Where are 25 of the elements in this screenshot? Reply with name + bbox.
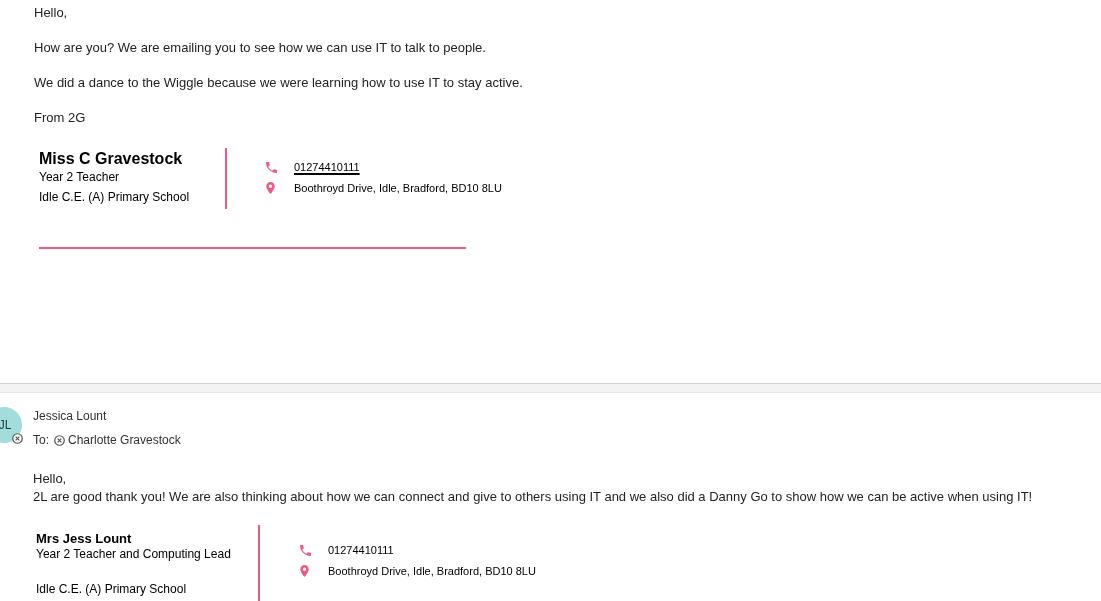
message-text: From 2G (34, 109, 86, 126)
signature-name: Mrs Jess Lount (36, 531, 132, 547)
signature-school: Idle C.E. (A) Primary School (39, 189, 190, 206)
phone-icon (266, 161, 277, 173)
location-pin-icon (266, 182, 275, 194)
phone-icon (300, 544, 311, 556)
remove-icon[interactable] (54, 434, 65, 446)
signature-name: Miss C Gravestock (39, 149, 183, 168)
to-label: To: (33, 432, 49, 448)
address-text: Boothroyd Drive, Idle, Bradford, BD10 8LU (294, 181, 502, 196)
message-text: Hello, (34, 4, 68, 21)
signature-role: Year 2 Teacher (39, 169, 120, 186)
phone-link[interactable]: 01274410111 (294, 158, 360, 176)
message-text: Hello, (33, 470, 67, 488)
message-text: 2L are good thank you! We are also thinking about how we can connect and give to others using IT and we also did a Danny Go to show how we can be active when using IT! (33, 488, 1033, 506)
signature-school: Idle C.E. (A) Primary School (36, 581, 187, 597)
recipient-chip[interactable]: Charlotte Gravestock (54, 432, 181, 448)
message-text: How are you? We are emailing you to see how we can use IT to talk to people. (34, 39, 486, 56)
location-pin-icon (300, 565, 309, 577)
phone-number: 01274410111 (328, 543, 394, 558)
address-text: Boothroyd Drive, Idle, Bradford, BD10 8LU (328, 564, 536, 579)
signature-role: Year 2 Teacher and Computing Lead (36, 547, 231, 561)
status-icon (12, 433, 23, 444)
message-text: We did a dance to the Wiggle because we were learning how to use IT to stay active. (34, 74, 523, 91)
sender-name: Jessica Lount (33, 408, 107, 424)
